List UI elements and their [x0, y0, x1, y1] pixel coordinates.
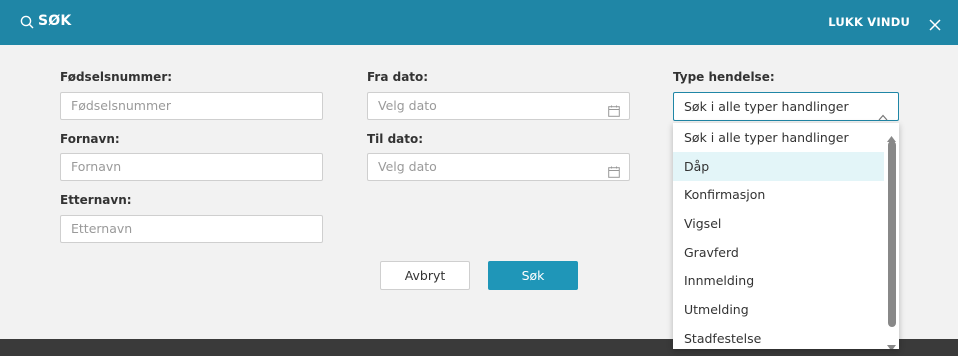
from-date-value: Velg dato: [378, 98, 437, 113]
event-type-selected: Søk i alle typer handlinger: [684, 99, 849, 114]
to-date-value: Velg dato: [378, 159, 437, 174]
dropdown-option[interactable]: Vigsel: [673, 209, 884, 238]
event-type-dropdown: Søk i alle typer handlinger Dåp Konfirma…: [673, 123, 899, 349]
dropdown-option[interactable]: Gravferd: [673, 238, 884, 267]
ssn-input[interactable]: Fødselsnummer: [60, 92, 323, 120]
lastname-input[interactable]: Etternavn: [60, 215, 323, 243]
event-type-label: Type hendelse:: [673, 70, 775, 84]
cancel-button[interactable]: Avbryt: [380, 261, 470, 290]
dropdown-option[interactable]: Dåp: [673, 152, 884, 181]
close-window-link[interactable]: LUKK VINDU: [828, 15, 910, 29]
to-date-picker[interactable]: Velg dato: [367, 153, 630, 181]
modal-header: SØK LUKK VINDU: [0, 0, 958, 45]
dropdown-option[interactable]: Stadfestelse: [673, 324, 884, 349]
from-date-label: Fra dato:: [367, 70, 429, 84]
firstname-label: Fornavn:: [60, 132, 120, 146]
modal-title: SØK: [38, 13, 72, 29]
search-modal: SØK LUKK VINDU Fødselsnummer: Fødselsnum…: [0, 0, 958, 349]
scroll-thumb[interactable]: [888, 141, 896, 327]
lastname-label: Etternavn:: [60, 193, 132, 207]
scroll-down-icon[interactable]: [887, 336, 896, 349]
dropdown-option[interactable]: Konfirmasjon: [673, 180, 884, 209]
close-icon[interactable]: [929, 16, 941, 35]
calendar-icon[interactable]: [608, 161, 620, 187]
dropdown-option[interactable]: Søk i alle typer handlinger: [673, 123, 884, 152]
from-date-picker[interactable]: Velg dato: [367, 92, 630, 120]
firstname-input[interactable]: Fornavn: [60, 153, 323, 181]
event-type-select[interactable]: Søk i alle typer handlinger: [673, 92, 899, 121]
search-button[interactable]: Søk: [488, 261, 578, 290]
dropdown-scrollbar[interactable]: [884, 123, 899, 349]
search-icon: [20, 14, 34, 33]
dropdown-option[interactable]: Utmelding: [673, 295, 884, 324]
calendar-icon[interactable]: [608, 100, 620, 126]
to-date-label: Til dato:: [367, 132, 424, 146]
dropdown-option[interactable]: Innmelding: [673, 266, 884, 295]
ssn-label: Fødselsnummer:: [60, 70, 173, 84]
